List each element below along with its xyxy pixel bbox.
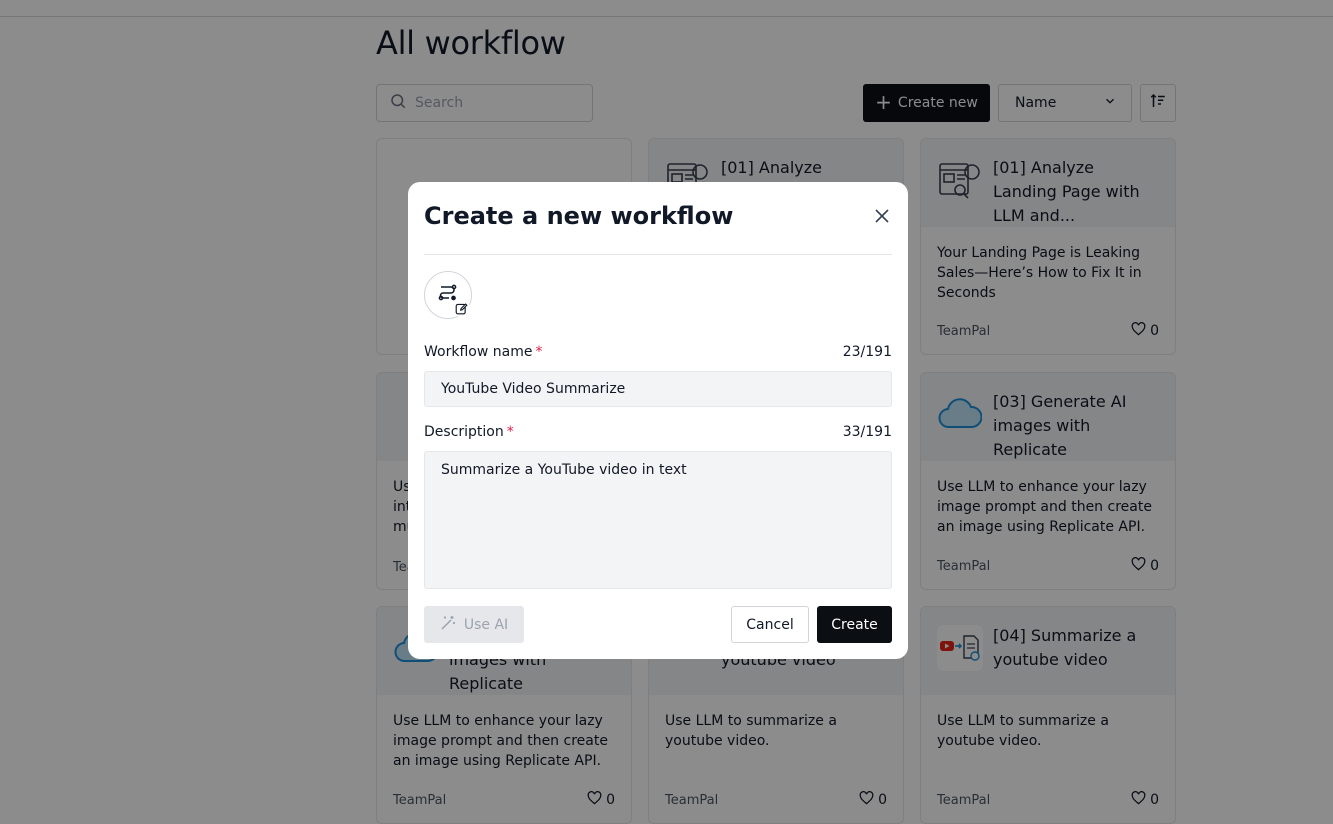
create-button[interactable]: Create [817, 606, 892, 643]
required-mark: * [506, 424, 514, 440]
description-label: Description * [424, 424, 514, 440]
workflow-name-input[interactable] [424, 371, 892, 407]
use-ai-button[interactable]: Use AI [424, 606, 524, 643]
workflow-name-counter: 23/191 [842, 344, 892, 360]
description-counter: 33/191 [842, 424, 892, 440]
required-mark: * [535, 344, 543, 360]
edit-icon[interactable] [452, 299, 470, 317]
workflow-icon-picker[interactable] [424, 271, 472, 319]
close-icon [874, 208, 890, 228]
dialog-divider [424, 254, 892, 255]
magic-wand-icon [440, 615, 456, 635]
create-workflow-dialog: Create a new workflow Workflow name * 23/… [408, 182, 908, 659]
close-button[interactable] [872, 208, 892, 228]
workflow-name-label: Workflow name * [424, 344, 543, 360]
use-ai-label: Use AI [463, 616, 509, 633]
dialog-title: Create a new workflow [424, 202, 734, 230]
description-textarea[interactable]: Summarize a YouTube video in text [424, 451, 892, 589]
cancel-button[interactable]: Cancel [731, 606, 809, 643]
